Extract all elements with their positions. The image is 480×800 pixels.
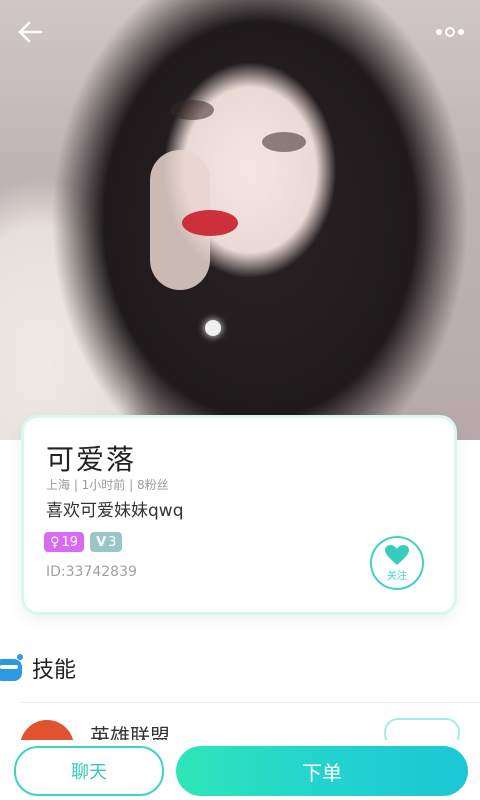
follow-label: 关注: [387, 571, 407, 582]
profile-photo: [0, 0, 480, 440]
follow-button[interactable]: 关注: [370, 536, 424, 590]
back-button[interactable]: [12, 14, 48, 50]
age-value: 19: [61, 534, 79, 550]
heart-icon: [385, 545, 409, 565]
vip-icon: V: [96, 534, 107, 550]
order-button[interactable]: 下单: [176, 746, 468, 796]
skills-icon: [0, 654, 23, 681]
female-icon: ♀: [50, 534, 60, 550]
level-badge: V 3: [90, 532, 123, 552]
photo-necklace: [205, 320, 221, 336]
bottom-bar: 聊天 下单: [0, 740, 480, 800]
skills-header: 技能: [0, 648, 76, 688]
profile-card: 可爱落 上海 | 1小时前 | 8粉丝 喜欢可爱妹妹qwq ♀ 19 V 3 I…: [24, 418, 454, 612]
level-value: 3: [108, 534, 117, 550]
user-bio: 喜欢可爱妹妹qwq: [46, 501, 184, 521]
badge-row: ♀ 19 V 3: [44, 532, 123, 552]
age-badge: ♀ 19: [44, 532, 85, 552]
skills-title: 技能: [32, 658, 77, 683]
chat-button[interactable]: 聊天: [14, 746, 164, 796]
more-button[interactable]: [432, 14, 468, 50]
user-meta: 上海 | 1小时前 | 8粉丝: [46, 478, 169, 492]
photo-eye-left: [170, 100, 214, 120]
user-name: 可爱落: [46, 443, 137, 476]
back-arrow-icon: [18, 21, 43, 43]
photo-lips: [182, 210, 238, 236]
photo-eye-right: [262, 132, 306, 152]
more-dots-icon: [436, 27, 464, 37]
divider: [20, 702, 480, 703]
user-id: ID:33742839: [46, 564, 137, 580]
